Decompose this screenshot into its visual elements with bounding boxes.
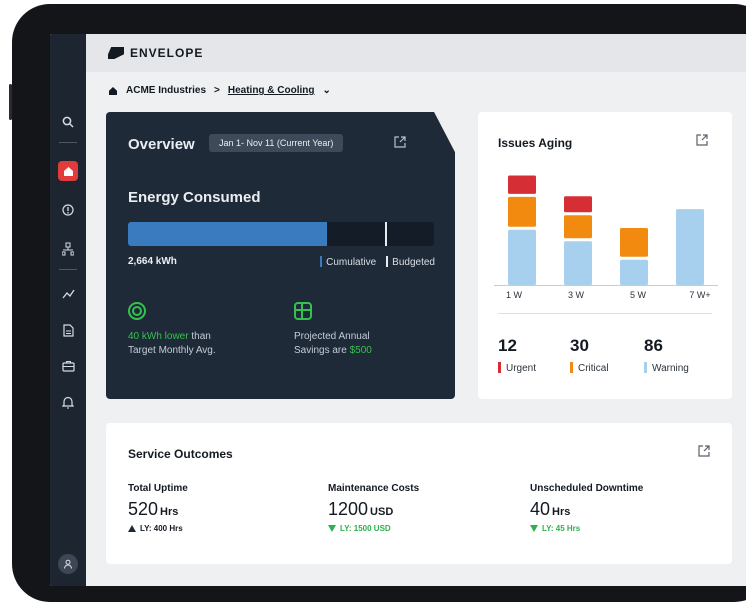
warning-label: Warning [652, 363, 689, 374]
target-icon [128, 302, 146, 320]
energy-progress-bar [128, 222, 434, 246]
app-screen: ENVELOPE ACME Industries > Heating & Coo… [50, 34, 746, 586]
x-tick-label: 7 W+ [689, 290, 711, 300]
metric-last-year: LY: 400 Hrs [140, 524, 183, 533]
urgent-legend: Urgent [498, 362, 536, 374]
network-icon[interactable] [58, 239, 78, 259]
document-icon[interactable] [58, 320, 78, 340]
x-tick-label: 1 W [505, 290, 522, 300]
home-breadcrumb-icon[interactable] [108, 86, 118, 96]
breadcrumb: ACME Industries > Heating & Cooling ⌄ [108, 85, 331, 96]
volume-button [9, 84, 12, 120]
energy-value: 2,664 kWh [128, 256, 177, 267]
issues-aging-card: Issues Aging 1 W 3 W 5 W 7 W+ 12 30 86 U… [478, 112, 732, 399]
metric-unscheduled-downtime: Unscheduled Downtime 40 Hrs LY: 45 Hrs [530, 483, 643, 533]
bar-critical-1w[interactable] [508, 196, 536, 227]
bell-icon[interactable] [58, 392, 78, 412]
home-icon[interactable] [58, 161, 78, 181]
issues-aging-chart [508, 175, 704, 285]
metric-unit: USD [370, 506, 394, 518]
legend-cumulative: Cumulative [320, 256, 376, 268]
breadcrumb-current[interactable]: Heating & Cooling [228, 85, 315, 96]
critical-count: 30 [570, 336, 589, 355]
top-bar: ENVELOPE [86, 34, 746, 72]
alert-icon[interactable] [58, 200, 78, 220]
chevron-down-icon[interactable]: ⌄ [323, 85, 331, 96]
metric-label: Maintenance Costs [328, 483, 420, 494]
tablet-frame: ENVELOPE ACME Industries > Heating & Coo… [9, 4, 746, 602]
target-stat-highlight: 40 kWh lower [128, 331, 189, 342]
metric-label: Total Uptime [128, 483, 188, 494]
warning-count: 86 [644, 336, 663, 355]
target-stat-rest: than [188, 331, 211, 342]
savings-grid-icon [294, 302, 312, 320]
target-stat-line2: Target Monthly Avg. [128, 345, 216, 356]
metric-value: 1200 [328, 499, 369, 519]
legend-budgeted-label: Budgeted [392, 257, 435, 268]
critical-legend: Critical [570, 362, 609, 374]
breadcrumb-separator: > [214, 85, 220, 96]
bar-critical-3w[interactable] [564, 215, 592, 239]
metric-value: 520 [128, 499, 159, 519]
sidebar-divider [59, 269, 77, 270]
warning-legend: Warning [644, 362, 689, 374]
expand-icon[interactable] [696, 134, 708, 149]
legend-cumulative-label: Cumulative [326, 257, 377, 268]
cumulative-fill [128, 222, 327, 246]
x-tick-label: 5 W [629, 290, 646, 300]
metric-last-year: LY: 1500 USD [340, 524, 391, 533]
overview-title: Overview [128, 136, 195, 153]
urgent-count: 12 [498, 336, 517, 355]
bar-critical-5w[interactable] [620, 227, 648, 257]
metric-maintenance-costs: Maintenance Costs 1200 USD LY: 1500 USD [328, 483, 419, 533]
logo-mark-icon [108, 47, 124, 59]
urgent-label: Urgent [506, 363, 537, 374]
search-icon[interactable] [58, 112, 78, 132]
metric-total-uptime: Total Uptime 520 Hrs LY: 400 Hrs [128, 483, 188, 533]
app-logo[interactable]: ENVELOPE [108, 46, 203, 60]
savings-stat-line1: Projected Annual [294, 331, 370, 342]
energy-legend: Cumulative Budgeted [320, 256, 435, 268]
savings-stat: Projected Annual Savings are $500 [294, 330, 372, 358]
metric-unit: Hrs [552, 506, 571, 518]
expand-icon[interactable] [394, 136, 406, 151]
savings-stat-highlight: $500 [349, 345, 372, 356]
sidebar-divider [59, 142, 77, 143]
energy-consumed-title: Energy Consumed [128, 189, 261, 206]
user-avatar-icon[interactable] [58, 554, 78, 574]
sidebar [50, 34, 86, 586]
target-stat: 40 kWh lower than Target Monthly Avg. [128, 330, 216, 358]
critical-label: Critical [578, 363, 609, 374]
legend-budgeted: Budgeted [386, 256, 435, 268]
bar-warning-7w+[interactable] [676, 209, 704, 285]
overview-card: Overview Jan 1- Nov 11 (Current Year) En… [106, 112, 455, 399]
bar-warning-3w[interactable] [564, 241, 592, 285]
trend-down-icon [328, 525, 336, 532]
brand-name: ENVELOPE [130, 46, 204, 60]
expand-icon[interactable] [698, 445, 710, 460]
budget-marker [385, 222, 388, 246]
metric-value: 40 [530, 499, 551, 519]
trend-down-icon [530, 525, 538, 532]
trend-icon[interactable] [58, 284, 78, 304]
bar-warning-1w[interactable] [508, 229, 536, 285]
metric-last-year: LY: 45 Hrs [542, 524, 581, 533]
bar-warning-5w[interactable] [620, 259, 648, 285]
trend-up-icon [128, 525, 136, 532]
x-tick-label: 3 W [567, 290, 584, 300]
briefcase-icon[interactable] [58, 356, 78, 376]
savings-stat-prefix: Savings are [294, 345, 350, 356]
bar-urgent-3w[interactable] [564, 196, 592, 213]
date-range-selector[interactable]: Jan 1- Nov 11 (Current Year) [209, 134, 344, 152]
issues-aging-title: Issues Aging [498, 136, 573, 150]
service-outcomes-card: Service Outcomes Total Uptime 520 Hrs LY:… [106, 423, 732, 564]
issues-divider [498, 313, 712, 314]
bar-urgent-1w[interactable] [508, 175, 536, 194]
x-axis [494, 285, 718, 286]
metric-label: Unscheduled Downtime [530, 483, 644, 494]
metric-unit: Hrs [160, 506, 179, 518]
breadcrumb-org[interactable]: ACME Industries [126, 85, 206, 96]
service-outcomes-title: Service Outcomes [128, 447, 233, 461]
